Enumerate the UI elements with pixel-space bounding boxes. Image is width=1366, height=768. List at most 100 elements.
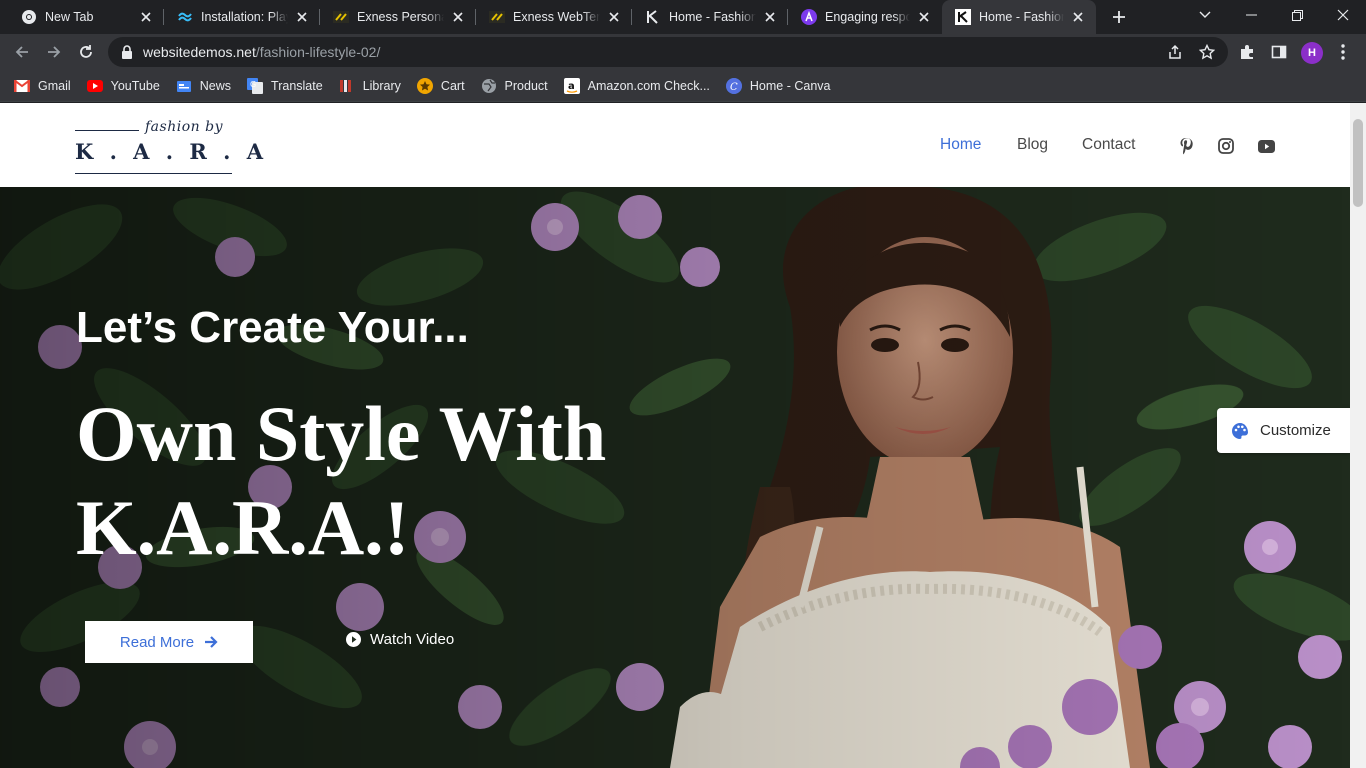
bookmark-product[interactable]: Product (481, 78, 548, 94)
tab-title: Exness Personal Area (357, 10, 444, 24)
pinterest-icon[interactable] (1177, 137, 1195, 155)
close-icon[interactable] (1070, 9, 1086, 25)
tab-exness-personal[interactable]: Exness Personal Area (320, 0, 476, 34)
scrollbar-thumb[interactable] (1353, 119, 1363, 207)
tab-title: Exness WebTerminal (513, 10, 600, 24)
svg-text:C: C (730, 82, 738, 93)
tab-home-fashion-active[interactable]: Home - Fashion Lifestyle (942, 0, 1096, 34)
customize-button[interactable]: Customize (1217, 408, 1350, 453)
youtube-icon[interactable] (1257, 137, 1275, 155)
reload-button[interactable] (72, 38, 100, 66)
youtube-icon (86, 78, 103, 94)
star-icon[interactable] (1199, 44, 1215, 60)
site-logo[interactable]: fashion by K . A . R . A (75, 119, 263, 175)
restore-button[interactable] (1274, 0, 1320, 30)
read-more-label: Read More (119, 633, 195, 651)
profile-avatar[interactable]: H (1301, 42, 1323, 64)
url-text: websitedemos.net/fashion-lifestyle-02/ (143, 44, 380, 60)
hero-title-line1: Own Style With (76, 390, 607, 477)
bookmark-label: Library (362, 78, 401, 93)
arrow-left-icon (15, 46, 28, 58)
nav-contact[interactable]: Contact (1082, 136, 1135, 156)
lock-icon (122, 45, 132, 59)
hero-section: Let’s Create Your... Own Style With K.A.… (0, 187, 1350, 768)
side-panel-icon[interactable] (1270, 43, 1288, 61)
bookmark-label: Home - Canva (749, 78, 831, 93)
tab-title: Installation: Play Console (201, 10, 288, 24)
arrow-right-icon (204, 636, 218, 648)
bookmark-cart[interactable]: Cart (416, 77, 465, 94)
site-header: fashion by K . A . R . A Home Blog Conta… (0, 103, 1350, 187)
url-path: /fashion-lifestyle-02/ (255, 44, 381, 60)
bookmark-amazon[interactable]: a Amazon.com Check... (563, 77, 710, 94)
minimize-button[interactable] (1228, 0, 1274, 30)
tab-installation[interactable]: Installation: Play Console (164, 0, 320, 34)
close-icon[interactable] (606, 9, 622, 25)
close-window-button[interactable] (1320, 0, 1366, 30)
bookmark-label: Cart (440, 78, 465, 93)
browser-toolbar: websitedemos.net/fashion-lifestyle-02/ H (0, 34, 1366, 70)
tab-search-button[interactable] (1182, 0, 1228, 30)
nav-blog[interactable]: Blog (1017, 136, 1048, 156)
read-more-button[interactable]: Read More (85, 621, 253, 663)
tailwind-icon (177, 9, 193, 25)
minimize-icon (1245, 14, 1257, 16)
news-icon (176, 78, 192, 94)
tab-title: Home - Fashion Lifestyle (979, 10, 1064, 24)
page-scrollbar[interactable] (1350, 103, 1366, 768)
canva-icon: C (725, 77, 742, 94)
bookmark-library[interactable]: Library (339, 78, 401, 94)
close-icon[interactable] (138, 9, 154, 25)
watch-video-button[interactable]: Watch Video (346, 631, 454, 648)
extensions-icon[interactable] (1238, 43, 1256, 61)
bookmark-label: Translate (271, 78, 323, 93)
bookmark-news[interactable]: News (176, 78, 231, 94)
address-bar[interactable]: websitedemos.net/fashion-lifestyle-02/ (108, 37, 1228, 67)
share-icon[interactable] (1167, 44, 1183, 60)
k-icon (955, 9, 971, 25)
bookmarks-bar: Gmail YouTube News G Translate Library C… (0, 70, 1366, 102)
bookmark-translate[interactable]: G Translate (247, 77, 323, 94)
customize-label: Customize (1260, 422, 1331, 439)
svg-text:a: a (568, 81, 575, 92)
hero-subtitle: Let’s Create Your... (76, 303, 469, 352)
tab-strip: New Tab Installation: Play Console Exnes… (0, 0, 1366, 34)
close-icon[interactable] (450, 9, 466, 25)
close-icon[interactable] (294, 9, 310, 25)
bookmark-label: News (199, 78, 232, 93)
amazon-icon: a (563, 77, 580, 94)
close-icon[interactable] (916, 9, 932, 25)
bookmark-label: Product (504, 78, 548, 93)
back-button[interactable] (8, 38, 36, 66)
reload-icon (80, 45, 92, 58)
menu-icon[interactable] (1334, 43, 1352, 61)
globe-icon (481, 78, 497, 94)
watch-video-label: Watch Video (370, 631, 455, 648)
url-domain: websitedemos.net (143, 44, 256, 60)
new-tab-button[interactable] (1108, 6, 1130, 28)
arrow-right-icon (48, 46, 61, 58)
hero-title-line2: K.A.R.A.! (76, 484, 410, 571)
logo-script: fashion by (145, 119, 223, 135)
play-circle-icon (346, 632, 361, 647)
cart-icon (416, 77, 433, 94)
exness-icon (489, 9, 505, 25)
bookmark-gmail[interactable]: Gmail (14, 78, 71, 94)
forward-button[interactable] (40, 38, 68, 66)
hero-title: Own Style With K.A.R.A.! (76, 387, 606, 575)
instagram-icon[interactable] (1217, 137, 1235, 155)
bookmark-canva[interactable]: C Home - Canva (725, 77, 831, 94)
bookmark-youtube[interactable]: YouTube (86, 78, 160, 94)
tab-home-fashion[interactable]: Home - Fashion Lifestyle (632, 0, 788, 34)
restore-icon (1291, 9, 1303, 21)
tab-exness-webterminal[interactable]: Exness WebTerminal (476, 0, 632, 34)
library-icon (339, 78, 355, 94)
svg-text:G: G (250, 80, 256, 89)
close-icon[interactable] (762, 9, 778, 25)
tab-engaging-responses[interactable]: Engaging responses (788, 0, 942, 34)
exness-icon (333, 9, 349, 25)
arc-icon (801, 9, 817, 25)
tab-new-tab[interactable]: New Tab (8, 0, 164, 34)
palette-icon (1231, 422, 1249, 440)
nav-home[interactable]: Home (940, 136, 981, 156)
